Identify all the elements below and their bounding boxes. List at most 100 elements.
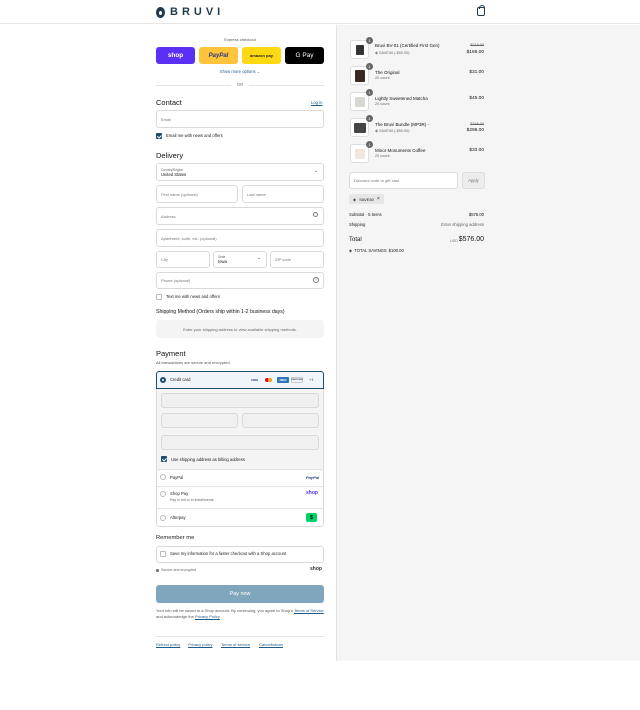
shipping-label: Shipping (349, 222, 366, 227)
divider (157, 469, 323, 470)
help-icon[interactable]: ? (313, 277, 319, 283)
or-divider-label: OR (231, 82, 249, 87)
brand-logo[interactable]: BRUVI (156, 6, 224, 18)
chevron-down-icon: ⌄ (314, 168, 319, 174)
city-field[interactable]: City (156, 251, 210, 268)
paypal-label: PayPal (170, 475, 184, 480)
discount-chip: ◈ SAVE50 × (349, 194, 384, 204)
order-summary-panel (336, 25, 640, 661)
text-me-label: Text me with news and offers (166, 294, 220, 299)
first-name-field[interactable]: First name (optional) (156, 185, 238, 203)
last-name-field[interactable]: Last name (242, 185, 324, 203)
privacy-policy-footer-link[interactable]: Privacy policy (188, 642, 212, 647)
subtotal-label: Subtotal · 5 items (349, 212, 382, 217)
card-expiry-field[interactable] (161, 413, 238, 428)
terms-of-service-link[interactable]: Terms of Service (294, 608, 324, 613)
total-label: Total (349, 237, 362, 243)
paypal-radio[interactable] (160, 474, 166, 480)
text-me-checkbox[interactable] (156, 294, 162, 300)
credit-card-label: Credit card (170, 377, 191, 382)
country-select[interactable]: Country/Region United States (156, 163, 324, 181)
card-name-field[interactable] (161, 435, 319, 450)
phone-field[interactable]: Phone (optional) (156, 272, 324, 289)
search-icon (313, 212, 318, 217)
total-savings: ◈ TOTAL SAVINGS $100.00 (349, 248, 404, 253)
card-cvv-field[interactable] (242, 413, 319, 428)
quantity-badge: 1 (366, 115, 373, 122)
tag-icon: ◈ (353, 196, 357, 202)
pay-now-button[interactable]: Pay now (156, 585, 324, 603)
show-more-options-link[interactable]: Show more options ⌄ (156, 69, 324, 74)
product-price: $169.00 (466, 50, 484, 55)
brand-name: BRUVI (170, 6, 225, 18)
express-label: Express checkout (224, 37, 256, 42)
paypal-button[interactable]: PayPal (199, 47, 238, 64)
subtotal-value: $576.00 (468, 212, 484, 217)
product-name: Bruvi BV-01 (Certified First Gen) (375, 43, 440, 48)
address-field[interactable]: Address (156, 207, 324, 225)
product-name: The Bruvi Bundle (MP3R) - (375, 122, 430, 127)
apartment-field[interactable]: Apartment, suite, etc. (optional) (156, 229, 324, 247)
shop-logo: shop (310, 566, 322, 572)
shipping-methods-placeholder: Enter your shipping address to view avai… (156, 320, 324, 338)
shop-pay-button[interactable]: shop (156, 47, 195, 64)
product-count: 20 count (375, 154, 390, 158)
product-name: The Original (375, 70, 400, 75)
legal-text: Your info will be saved to a Shop accoun… (156, 608, 324, 620)
quantity-badge: 1 (366, 141, 373, 148)
delivery-heading: Delivery (156, 151, 184, 160)
amazon-pay-button[interactable]: amazon pay (242, 47, 281, 64)
afterpay-logo-icon: $ (306, 513, 317, 522)
discount-code-field[interactable]: Discount code or gift card (349, 172, 458, 189)
divider (156, 636, 324, 637)
product-price: $45.00 (469, 96, 484, 101)
payment-subtitle: All transactions are secure and encrypte… (156, 360, 231, 365)
save-info-checkbox[interactable] (160, 551, 166, 557)
close-icon[interactable]: × (377, 196, 380, 202)
cancellations-link[interactable]: Cancellations (259, 642, 283, 647)
legal-line: Your info will be saved to a Shop accoun… (156, 608, 293, 613)
quantity-badge: 1 (366, 37, 373, 44)
privacy-policy-link[interactable]: Privacy Policy (195, 614, 220, 619)
discount-chip-code: SAVE50 (359, 196, 374, 202)
apply-button[interactable]: Apply (462, 172, 485, 189)
amex-icon: AMEX (277, 377, 289, 383)
contact-heading: Contact (156, 98, 182, 107)
country-value: United States (161, 171, 187, 177)
logo-drop-icon (156, 6, 165, 18)
terms-of-service-footer-link[interactable]: Terms of service (221, 642, 250, 647)
remember-me-heading: Remember me (156, 535, 195, 541)
shop-pay-logo: shop (306, 490, 318, 496)
total-value: $576.00 (458, 236, 484, 243)
card-number-field[interactable] (161, 393, 319, 408)
credit-card-radio[interactable] (160, 377, 166, 383)
newsletter-label: Email me with news and offers (166, 133, 223, 138)
shipping-value: Enter shipping address (441, 222, 484, 227)
google-pay-button[interactable]: G Pay (285, 47, 324, 64)
divider (157, 508, 323, 509)
product-count: 20 count (375, 102, 390, 106)
product-count: 20 count (375, 76, 390, 80)
billing-same-checkbox[interactable] (161, 456, 167, 462)
secure-label: Secure and encrypted (161, 568, 197, 572)
afterpay-label: Afterpay (170, 515, 186, 520)
refund-policy-link[interactable]: Refund policy (156, 642, 180, 647)
newsletter-checkbox[interactable] (156, 133, 162, 139)
shop-pay-radio[interactable] (160, 491, 166, 497)
save-info-label: Save my information for a faster checkou… (170, 551, 287, 556)
zip-field[interactable]: ZIP code (270, 251, 324, 268)
header: BRUVI (0, 0, 640, 24)
lock-icon (156, 569, 159, 572)
quantity-badge: 1 (366, 89, 373, 96)
tag-icon: ◈ (349, 248, 353, 253)
email-field[interactable]: Email (156, 110, 324, 128)
visa-icon: VISA (250, 378, 258, 382)
total-savings-value: $100.00 (388, 248, 404, 253)
shopping-bag-icon[interactable] (477, 5, 485, 16)
login-link[interactable]: Log in (311, 100, 322, 105)
show-more-label: Show more options (219, 69, 256, 74)
total-savings-label: TOTAL SAVINGS (354, 248, 387, 253)
chevron-down-icon: ⌄ (256, 69, 261, 74)
afterpay-radio[interactable] (160, 515, 166, 521)
payment-heading: Payment (156, 349, 186, 358)
